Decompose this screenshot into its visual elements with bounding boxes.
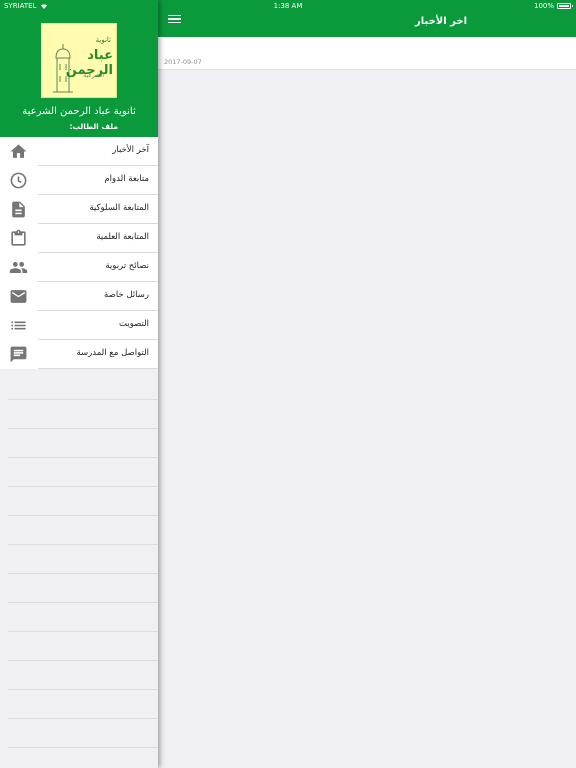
menu-bar-line (168, 18, 181, 20)
news-date: 2017-09-07 (164, 58, 202, 66)
home-icon (10, 144, 27, 158)
battery-icon (557, 3, 573, 9)
people-icon (9, 261, 28, 274)
school-logo: ثانوية عباد الرحمن الشرعية (41, 23, 117, 98)
empty-row (8, 603, 158, 632)
menu-item-label: المتابعة السلوكية (89, 203, 149, 213)
chat-icon (10, 346, 27, 363)
school-name: ثانوية عباد الرحمن الشرعية (22, 106, 136, 117)
menu-bar-line (168, 15, 181, 17)
battery-percent: 100% (533, 2, 554, 10)
empty-row (8, 690, 158, 719)
clock-icon (10, 172, 27, 189)
empty-row (8, 545, 158, 574)
empty-row (8, 400, 158, 429)
empty-row (8, 719, 158, 748)
menu-item-contact-school[interactable]: التواصل مع المدرسة (0, 340, 158, 369)
empty-row (8, 661, 158, 690)
hamburger-menu-button[interactable] (168, 15, 181, 27)
menu-item-latest-news[interactable]: آخر الأخبار (0, 137, 158, 166)
empty-row (8, 371, 158, 400)
menu-item-label: المتابعة العلمية (96, 232, 149, 242)
drawer-header: ثانوية عباد الرحمن الشرعية ثانوية عباد ا… (0, 0, 158, 137)
menu-bar-line (168, 21, 181, 24)
menu-item-behavior[interactable]: المتابعة السلوكية (0, 195, 158, 224)
menu-item-private-messages[interactable]: رسائل خاصة (0, 282, 158, 311)
logo-text-top: ثانوية (95, 36, 111, 44)
menu-item-voting[interactable]: التصويت (0, 311, 158, 340)
empty-row (8, 429, 158, 458)
drawer-menu: آخر الأخبار متابعة الدوام المتابعة السلو… (0, 137, 158, 369)
menu-item-attendance[interactable]: متابعة الدوام (0, 166, 158, 195)
empty-row (8, 487, 158, 516)
clipboard-icon (11, 229, 26, 246)
empty-row (8, 458, 158, 487)
empty-row (8, 516, 158, 545)
status-right: 100% (533, 0, 573, 12)
empty-row (8, 574, 158, 603)
page-title: اخر الأخبار (414, 16, 467, 27)
empty-row (8, 632, 158, 661)
menu-item-label: آخر الأخبار (112, 145, 149, 155)
menu-item-label: التواصل مع المدرسة (76, 348, 149, 358)
menu-item-label: التصويت (119, 319, 149, 329)
mail-icon (10, 290, 27, 303)
document-icon (12, 201, 25, 218)
side-drawer: ثانوية عباد الرحمن الشرعية ثانوية عباد ا… (0, 0, 158, 768)
status-bar: SYRIATEL 1:38 AM 100% (0, 0, 576, 12)
news-item[interactable]: 2017-09-07 (158, 37, 576, 70)
menu-item-label: نصائح تربوية (105, 261, 149, 271)
menu-item-academic[interactable]: المتابعة العلمية (0, 224, 158, 253)
menu-item-label: متابعة الدوام (104, 174, 149, 184)
menu-item-label: رسائل خاصة (104, 290, 149, 300)
list-icon (11, 321, 26, 330)
student-profile-label: ملف الطالب: (69, 122, 118, 131)
logo-text-bottom: الشرعية (83, 72, 104, 79)
menu-item-advice[interactable]: نصائح تربوية (0, 253, 158, 282)
empty-list-area (8, 371, 158, 748)
status-time: 1:38 AM (273, 2, 303, 10)
